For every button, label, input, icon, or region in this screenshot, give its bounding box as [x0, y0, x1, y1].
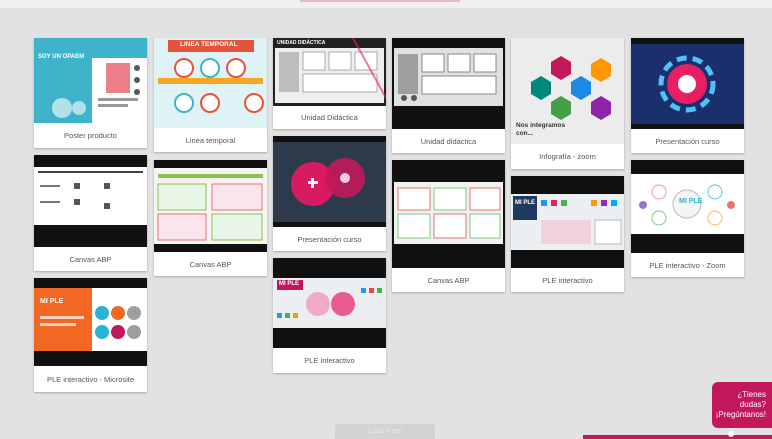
- card-canvas-abp-1[interactable]: Canvas ABP: [34, 155, 147, 271]
- ple-thumbnail-graphic: [511, 176, 624, 268]
- card-ple-interactivo-zoom[interactable]: MI PLE PLE interactivo - Zoom: [631, 160, 744, 277]
- card-canvas-abp-2[interactable]: Canvas ABP: [154, 160, 267, 276]
- card-title: PLE interactivo - Microsite: [46, 374, 135, 384]
- presentation-thumbnail-graphic: [631, 38, 744, 129]
- presentation-thumbnail-graphic: [273, 136, 386, 227]
- chat-line-1: ¿Tienes dudas?: [737, 390, 766, 409]
- card-title: Canvas ABP: [69, 254, 112, 264]
- ple-heading: MI PLE: [515, 200, 536, 206]
- card-title: PLE interactivo: [304, 356, 355, 365]
- microsite-thumbnail-graphic: [34, 278, 147, 366]
- card-title: Unidad didáctica: [420, 136, 477, 146]
- card-thumbnail: MI PLE: [511, 176, 624, 268]
- ple-heading: MI PLE: [279, 281, 300, 287]
- chat-underline: [583, 435, 772, 439]
- load-more-button[interactable]: Load more: [335, 424, 435, 439]
- card-title: Presentación curso: [297, 234, 362, 244]
- card-thumbnail: [392, 38, 505, 129]
- canvas-thumbnail-graphic: [154, 160, 267, 252]
- card-ple-interactivo-1[interactable]: MI PLE PLE interactivo: [511, 176, 624, 292]
- card-unidad-didactica-1[interactable]: UNIDAD DIDÁCTICA Unidad Didáctica: [273, 38, 386, 129]
- chat-dot-icon: [728, 431, 734, 437]
- card-title: Linea temporal: [185, 135, 236, 145]
- card-thumbnail: [154, 160, 267, 252]
- card-presentacion-curso-2[interactable]: Presentación curso: [273, 136, 386, 251]
- card-infografia-zoom[interactable]: Nos integramos con... Infografía - zoom: [511, 38, 624, 169]
- ple-thumbnail-graphic: [273, 258, 386, 348]
- poster-heading: SOY UN OPAEM: [38, 54, 85, 60]
- timeline-thumbnail-graphic: [154, 38, 267, 128]
- card-title: Canvas ABP: [189, 259, 232, 269]
- microsite-heading: MI PLE: [40, 298, 64, 305]
- card-canvas-abp-3[interactable]: Canvas ABP: [392, 160, 505, 292]
- chat-bubble[interactable]: ¿Tienes dudas? ¡Pregúntanos!: [712, 382, 772, 428]
- card-thumbnail: [631, 38, 744, 129]
- card-thumbnail: SOY UN OPAEM: [34, 38, 147, 123]
- card-thumbnail: MI PLE: [631, 160, 744, 253]
- card-presentacion-curso-1[interactable]: Presentación curso: [631, 38, 744, 153]
- card-ple-interactivo-2[interactable]: MI PLE PLE interactivo: [273, 258, 386, 373]
- card-thumbnail: Nos integramos con...: [511, 38, 624, 144]
- card-title: Unidad Didáctica: [301, 113, 358, 122]
- card-ple-microsite[interactable]: MI PLE PLE interactivo - Microsite: [34, 278, 147, 392]
- canvas-thumbnail-graphic: [392, 160, 505, 268]
- chat-line-2: ¡Pregúntanos!: [715, 410, 766, 419]
- card-thumbnail: [273, 136, 386, 227]
- card-title: Poster producto: [64, 131, 117, 140]
- card-unidad-didactica-2[interactable]: Unidad didáctica: [392, 38, 505, 153]
- unidad-thumbnail-graphic: [273, 38, 386, 106]
- card-thumbnail: MI PLE: [273, 258, 386, 348]
- card-poster-producto[interactable]: SOY UN OPAEM Poster producto: [34, 38, 147, 148]
- card-title: Infografía - zoom: [539, 152, 596, 161]
- chat-help-widget[interactable]: ¿Tienes dudas? ¡Pregúntanos!: [583, 382, 772, 439]
- card-thumbnail: UNIDAD DIDÁCTICA: [273, 38, 386, 106]
- canvas-thumbnail-graphic: [34, 155, 147, 247]
- card-title: PLE interactivo: [542, 275, 593, 285]
- card-linea-temporal[interactable]: LINEA TEMPORAL Linea temporal: [154, 38, 267, 152]
- template-grid: SOY UN OPAEM Poster producto Canvas ABP: [0, 0, 772, 439]
- timeline-heading: LINEA TEMPORAL: [180, 41, 238, 48]
- infographic-text: Nos integramos con...: [516, 122, 566, 137]
- unidad-thumbnail-graphic: [392, 38, 505, 129]
- card-thumbnail: [392, 160, 505, 268]
- card-thumbnail: LINEA TEMPORAL: [154, 38, 267, 128]
- card-title: Presentación curso: [655, 136, 720, 146]
- card-title: Canvas ABP: [427, 275, 470, 285]
- poster-thumbnail-graphic: [34, 38, 147, 123]
- card-thumbnail: MI PLE: [34, 278, 147, 366]
- unidad-heading: UNIDAD DIDÁCTICA: [277, 40, 326, 46]
- card-title: PLE interactivo - Zoom: [649, 260, 726, 270]
- ple-zoom-thumbnail-graphic: [631, 160, 744, 253]
- ple-zoom-heading: MI PLE: [679, 198, 703, 205]
- card-thumbnail: [34, 155, 147, 247]
